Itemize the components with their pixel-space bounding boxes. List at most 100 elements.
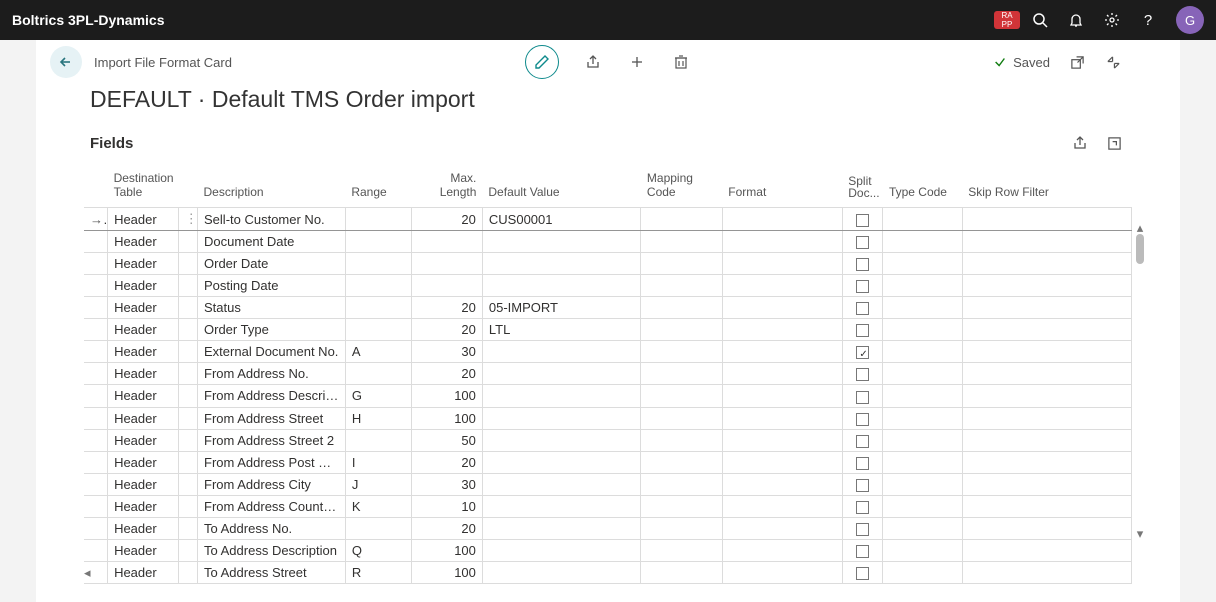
back-button[interactable] (50, 46, 82, 78)
cell-format[interactable] (722, 495, 842, 517)
cell-max[interactable]: 20 (412, 208, 483, 231)
cell-max[interactable]: 20 (412, 451, 483, 473)
table-row[interactable]: →Header⋮Sell-to Customer No.20CUS00001 (84, 208, 1132, 231)
row-selector[interactable] (84, 319, 108, 341)
col-map[interactable]: Mapping Code (641, 167, 722, 208)
cell-desc[interactable]: To Address No. (198, 517, 346, 539)
cell-type[interactable] (883, 341, 962, 363)
table-row[interactable]: HeaderPosting Date (84, 275, 1132, 297)
col-format[interactable]: Format (722, 167, 842, 208)
row-menu-icon[interactable] (178, 495, 197, 517)
table-row[interactable]: HeaderFrom Address Street 250 (84, 429, 1132, 451)
cell-split[interactable] (842, 363, 883, 385)
cell-range[interactable] (345, 363, 411, 385)
cell-desc[interactable]: Posting Date (198, 275, 346, 297)
cell-map[interactable] (641, 275, 722, 297)
cell-type[interactable] (883, 275, 962, 297)
col-range[interactable]: Range (345, 167, 411, 208)
cell-format[interactable] (722, 407, 842, 429)
cell-split[interactable] (842, 495, 883, 517)
cell-split[interactable] (842, 253, 883, 275)
cell-max[interactable]: 30 (412, 341, 483, 363)
cell-default[interactable] (482, 253, 641, 275)
row-selector[interactable] (84, 407, 108, 429)
row-menu-icon[interactable] (178, 451, 197, 473)
row-menu-icon[interactable]: ⋮ (178, 208, 197, 231)
row-menu-icon[interactable] (178, 297, 197, 319)
col-default[interactable]: Default Value (482, 167, 641, 208)
cell-desc[interactable]: From Address No. (198, 363, 346, 385)
col-dest[interactable]: Destination Table (108, 167, 179, 208)
cell-type[interactable] (883, 231, 962, 253)
cell-map[interactable] (641, 297, 722, 319)
cell-max[interactable] (412, 253, 483, 275)
edit-button[interactable] (525, 45, 559, 79)
row-menu-icon[interactable] (178, 275, 197, 297)
table-row[interactable]: HeaderOrder Date (84, 253, 1132, 275)
cell-dest[interactable]: Header (108, 429, 179, 451)
split-checkbox[interactable] (856, 457, 869, 470)
cell-format[interactable] (722, 451, 842, 473)
cell-default[interactable]: 05-IMPORT (482, 297, 641, 319)
section-maximize-icon[interactable] (1104, 133, 1124, 153)
breadcrumb[interactable]: Import File Format Card (94, 55, 232, 70)
split-checkbox[interactable] (856, 413, 869, 426)
col-desc[interactable]: Description (198, 167, 346, 208)
split-checkbox[interactable] (856, 501, 869, 514)
cell-skip[interactable] (962, 429, 1131, 451)
cell-split[interactable] (842, 275, 883, 297)
cell-skip[interactable] (962, 297, 1131, 319)
cell-format[interactable] (722, 473, 842, 495)
cell-skip[interactable] (962, 231, 1131, 253)
cell-dest[interactable]: Header (108, 451, 179, 473)
row-menu-icon[interactable] (178, 385, 197, 407)
cell-max[interactable]: 50 (412, 429, 483, 451)
cell-format[interactable] (722, 385, 842, 407)
cell-map[interactable] (641, 539, 722, 561)
cell-dest[interactable]: Header (108, 363, 179, 385)
cell-type[interactable] (883, 297, 962, 319)
cell-desc[interactable]: Sell-to Customer No. (198, 208, 346, 231)
cell-range[interactable]: K (345, 495, 411, 517)
cell-max[interactable]: 20 (412, 363, 483, 385)
cell-default[interactable]: CUS00001 (482, 208, 641, 231)
table-row[interactable]: HeaderFrom Address DescriptionG100 (84, 385, 1132, 407)
cell-range[interactable] (345, 429, 411, 451)
cell-max[interactable] (412, 231, 483, 253)
row-menu-icon[interactable] (178, 517, 197, 539)
cell-format[interactable] (722, 539, 842, 561)
cell-format[interactable] (722, 429, 842, 451)
split-checkbox[interactable] (856, 523, 869, 536)
cell-skip[interactable] (962, 363, 1131, 385)
cell-format[interactable] (722, 363, 842, 385)
cell-max[interactable]: 100 (412, 407, 483, 429)
row-selector[interactable] (84, 297, 108, 319)
row-selector[interactable] (84, 517, 108, 539)
cell-dest[interactable]: Header (108, 297, 179, 319)
cell-default[interactable] (482, 385, 641, 407)
cell-max[interactable]: 20 (412, 297, 483, 319)
cell-dest[interactable]: Header (108, 473, 179, 495)
cell-dest[interactable]: Header (108, 539, 179, 561)
split-checkbox[interactable] (856, 346, 869, 359)
row-selector[interactable] (84, 385, 108, 407)
cell-format[interactable] (722, 319, 842, 341)
cell-map[interactable] (641, 208, 722, 231)
delete-icon[interactable] (671, 52, 691, 72)
cell-desc[interactable]: From Address City (198, 473, 346, 495)
table-row[interactable]: HeaderDocument Date (84, 231, 1132, 253)
cell-format[interactable] (722, 253, 842, 275)
cell-default[interactable] (482, 539, 641, 561)
table-row[interactable]: HeaderTo Address No.20 (84, 517, 1132, 539)
scroll-thumb[interactable] (1136, 234, 1144, 264)
search-icon[interactable] (1024, 4, 1056, 36)
cell-desc[interactable]: From Address Description (198, 385, 346, 407)
cell-dest[interactable]: Header (108, 407, 179, 429)
cell-split[interactable] (842, 297, 883, 319)
cell-skip[interactable] (962, 385, 1131, 407)
cell-desc[interactable]: Order Date (198, 253, 346, 275)
cell-default[interactable] (482, 495, 641, 517)
cell-dest[interactable]: Header (108, 208, 179, 231)
cell-default[interactable] (482, 275, 641, 297)
cell-dest[interactable]: Header (108, 495, 179, 517)
